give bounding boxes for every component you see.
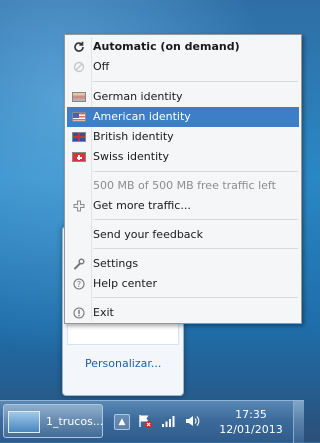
exit-icon [71,306,87,320]
taskbar: 1_trucos... ▲ 17:35 12/01/2013 [0,400,304,443]
menu-item-get-more-traffic[interactable]: Get more traffic... [67,196,299,216]
plus-icon [71,199,87,213]
show-desktop-button[interactable] [293,401,304,443]
menu-item-label: Swiss identity [93,150,169,163]
menu-item-label: Help center [93,277,157,290]
menu-item-send-feedback[interactable]: Send your feedback [67,225,299,245]
menu-item-british-identity[interactable]: British identity [67,127,299,147]
menu-item-label: American identity [93,110,191,123]
help-icon: ? [71,277,87,291]
menu-item-label: Settings [93,257,139,270]
refresh-icon [71,40,87,54]
menu-item-traffic-left: 500 MB of 500 MB free traffic left [67,176,299,196]
customize-link[interactable]: Personalizar... [85,357,161,370]
us-flag-icon [71,110,87,124]
swiss-flag-icon [71,150,87,164]
menu-separator [93,248,298,249]
menu-item-swiss-identity[interactable]: Swiss identity [67,147,299,167]
taskbar-clock[interactable]: 17:35 12/01/2013 [216,407,286,437]
menu-separator [93,219,298,220]
wrench-icon [71,257,87,271]
menu-item-label: Exit [93,306,114,319]
menu-item-help-center[interactable]: ? Help center [67,274,299,294]
window-thumbnail-icon [8,411,40,433]
clock-time: 17:35 [235,408,267,421]
menu-separator [93,171,298,172]
menu-item-exit[interactable]: Exit [67,303,299,323]
menu-separator [93,81,298,82]
menu-item-german-identity[interactable]: German identity [67,87,299,107]
menu-item-label: British identity [93,130,174,143]
menu-item-american-identity[interactable]: American identity [67,107,299,127]
menu-separator [93,297,298,298]
menu-item-label: 500 MB of 500 MB free traffic left [93,179,276,192]
menu-item-settings[interactable]: Settings [67,254,299,274]
menu-item-label: Get more traffic... [93,199,191,212]
action-center-flag-icon[interactable] [137,413,153,429]
volume-icon[interactable] [184,413,200,429]
menu-item-automatic[interactable]: Automatic (on demand) [67,37,299,57]
menu-item-off[interactable]: Off [67,57,299,77]
clock-date: 12/01/2013 [219,423,283,436]
off-icon [71,60,87,74]
menu-item-label: Automatic (on demand) [93,40,240,53]
svg-text:?: ? [77,280,81,289]
uk-flag-icon [71,130,87,144]
german-flag-icon [71,90,87,104]
taskbar-window-button[interactable]: 1_trucos... [3,404,103,438]
taskbar-window-label: 1_trucos... [46,415,104,428]
menu-item-label: Send your feedback [93,228,203,241]
menu-item-label: Off [93,60,110,73]
network-signal-icon[interactable] [160,413,176,429]
menu-item-label: German identity [93,90,183,103]
context-menu: Automatic (on demand) Off German identit… [64,34,302,324]
show-hidden-icons-button[interactable]: ▲ [114,414,130,430]
